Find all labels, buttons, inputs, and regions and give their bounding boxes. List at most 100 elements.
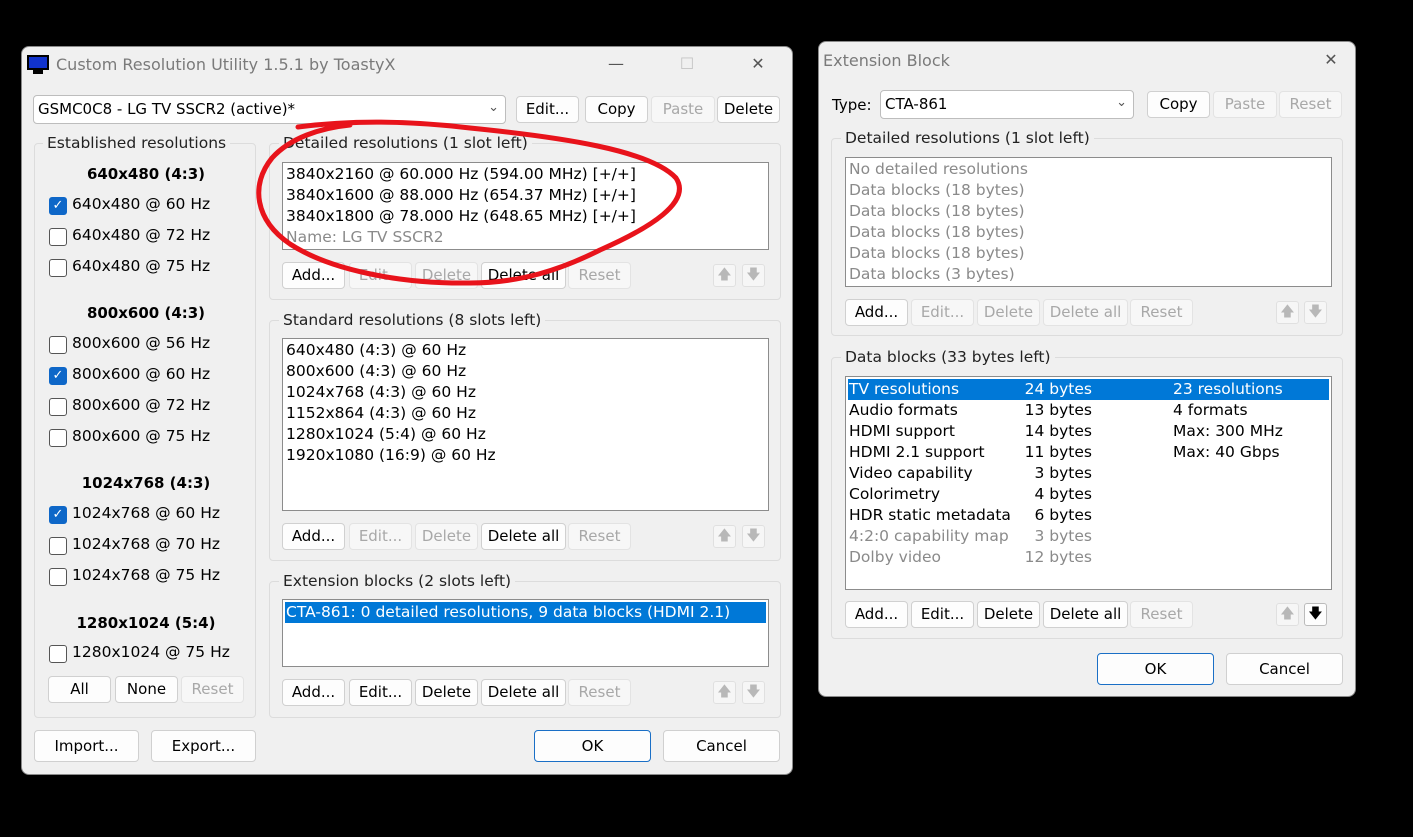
checkbox-1024x768-60[interactable]: ✓ — [49, 506, 67, 524]
delete-all-data-blocks-button[interactable]: Delete all — [1043, 601, 1128, 628]
data-block-row[interactable]: HDR static metadata 6 bytes — [848, 505, 1329, 526]
list-item[interactable]: 3840x1800 @ 78.000 Hz (648.65 MHz) [+/+] — [286, 206, 636, 227]
monitor-select[interactable]: GSMC0C8 - LG TV SSCR2 (active)* ⌄ — [33, 95, 506, 124]
delete-data-block-button[interactable]: Delete — [977, 601, 1040, 628]
list-item[interactable]: Data blocks (18 bytes) — [849, 222, 1025, 243]
list-item[interactable]: Data blocks (3 bytes) — [849, 264, 1015, 285]
list-item[interactable]: 1024x768 (4:3) @ 60 Hz — [286, 382, 476, 403]
add-data-block-button[interactable]: Add... — [845, 601, 908, 628]
move-up-icon[interactable]: 🡅 — [1276, 603, 1299, 626]
list-item[interactable]: 3840x1600 @ 88.000 Hz (654.37 MHz) [+/+] — [286, 185, 636, 206]
data-block-row[interactable]: Dolby video 12 bytes — [848, 547, 1329, 568]
close-button[interactable]: ✕ — [746, 53, 770, 75]
ext-copy-button[interactable]: Copy — [1147, 91, 1210, 118]
select-all-button[interactable]: All — [48, 676, 111, 703]
type-select[interactable]: CTA-861 ⌄ — [880, 90, 1134, 119]
move-up-icon[interactable]: 🡅 — [713, 525, 736, 548]
checkbox-640x480-75[interactable] — [49, 259, 67, 277]
ext-paste-button[interactable]: Paste — [1213, 91, 1277, 118]
checkbox-800x600-72[interactable] — [49, 398, 67, 416]
move-up-icon[interactable]: 🡅 — [713, 264, 736, 287]
data-block-row[interactable]: HDMI 2.1 support 11 bytes Max: 40 Gbps — [848, 442, 1329, 463]
extension-blocks-list[interactable]: CTA-861: 0 detailed resolutions, 9 data … — [282, 599, 769, 667]
reset-data-blocks-button[interactable]: Reset — [1130, 601, 1193, 628]
delete-all-extension-button[interactable]: Delete all — [481, 679, 566, 706]
checkbox-800x600-56[interactable] — [49, 336, 67, 354]
cancel-button[interactable]: Cancel — [663, 730, 780, 762]
ok-button[interactable]: OK — [534, 730, 651, 762]
ext-delete-detailed-button[interactable]: Delete — [977, 299, 1040, 326]
monitor-select-value: GSMC0C8 - LG TV SSCR2 (active)* — [38, 100, 296, 118]
list-item[interactable]: 640x480 (4:3) @ 60 Hz — [286, 340, 466, 361]
ext-add-detailed-button[interactable]: Add... — [845, 299, 908, 326]
ext-reset-detailed-button[interactable]: Reset — [1130, 299, 1193, 326]
add-extension-button[interactable]: Add... — [282, 679, 345, 706]
move-down-icon[interactable]: 🡇 — [742, 681, 765, 704]
reset-detailed-button[interactable]: Reset — [568, 262, 631, 289]
list-item[interactable]: Data blocks (18 bytes) — [849, 180, 1025, 201]
list-item[interactable]: 1280x1024 (5:4) @ 60 Hz — [286, 424, 486, 445]
checkbox-640x480-60[interactable]: ✓ — [49, 197, 67, 215]
list-item[interactable]: 1920x1080 (16:9) @ 60 Hz — [286, 445, 496, 466]
data-block-row-selected[interactable]: TV resolutions 24 bytes 23 resolutions — [848, 379, 1329, 400]
list-item-selected[interactable]: CTA-861: 0 detailed resolutions, 9 data … — [285, 602, 766, 623]
edit-data-block-button[interactable]: Edit... — [911, 601, 974, 628]
list-item[interactable]: 1152x864 (4:3) @ 60 Hz — [286, 403, 476, 424]
move-down-icon[interactable]: 🡇 — [742, 264, 765, 287]
paste-button[interactable]: Paste — [651, 96, 715, 123]
delete-detailed-button[interactable]: Delete — [415, 262, 478, 289]
edit-standard-button[interactable]: Edit... — [349, 523, 412, 550]
data-block-row[interactable]: HDMI support 14 bytes Max: 300 MHz — [848, 421, 1329, 442]
data-block-row[interactable]: 4:2:0 capability map 3 bytes — [848, 526, 1329, 547]
list-item[interactable]: Data blocks (18 bytes) — [849, 243, 1025, 264]
detailed-resolutions-list[interactable]: 3840x2160 @ 60.000 Hz (594.00 MHz) [+/+]… — [282, 162, 769, 250]
edit-extension-button[interactable]: Edit... — [349, 679, 412, 706]
standard-resolutions-list[interactable]: 640x480 (4:3) @ 60 Hz 800x600 (4:3) @ 60… — [282, 338, 769, 511]
close-button[interactable]: ✕ — [1319, 49, 1343, 71]
checkbox-1024x768-75[interactable] — [49, 568, 67, 586]
add-detailed-button[interactable]: Add... — [282, 262, 345, 289]
data-block-row[interactable]: Audio formats 13 bytes 4 formats — [848, 400, 1329, 421]
delete-extension-button[interactable]: Delete — [415, 679, 478, 706]
copy-button[interactable]: Copy — [585, 96, 648, 123]
ext-edit-detailed-button[interactable]: Edit... — [911, 299, 974, 326]
move-up-icon[interactable]: 🡅 — [713, 681, 736, 704]
list-item[interactable]: 3840x2160 @ 60.000 Hz (594.00 MHz) [+/+] — [286, 164, 636, 185]
reset-extension-button[interactable]: Reset — [568, 679, 631, 706]
list-item[interactable]: No detailed resolutions — [849, 159, 1028, 180]
checkbox-1024x768-70[interactable] — [49, 537, 67, 555]
checkbox-640x480-72[interactable] — [49, 228, 67, 246]
move-down-icon[interactable]: 🡇 — [742, 525, 765, 548]
edit-detailed-button[interactable]: Edit... — [349, 262, 412, 289]
move-down-icon[interactable]: 🡇 — [1304, 603, 1327, 626]
data-block-row[interactable]: Video capability 3 bytes — [848, 463, 1329, 484]
checkbox-800x600-60[interactable]: ✓ — [49, 367, 67, 385]
export-button[interactable]: Export... — [151, 730, 256, 762]
list-item[interactable]: 800x600 (4:3) @ 60 Hz — [286, 361, 466, 382]
move-down-icon[interactable]: 🡇 — [1304, 301, 1327, 324]
data-blocks-list[interactable]: TV resolutions 24 bytes 23 resolutions Audi… — [845, 376, 1332, 590]
delete-all-standard-button[interactable]: Delete all — [481, 523, 566, 550]
reset-established-button[interactable]: Reset — [181, 676, 244, 703]
ext-cancel-button[interactable]: Cancel — [1226, 653, 1343, 685]
edit-monitor-button[interactable]: Edit... — [516, 96, 579, 123]
import-button[interactable]: Import... — [34, 730, 139, 762]
reset-standard-button[interactable]: Reset — [568, 523, 631, 550]
add-standard-button[interactable]: Add... — [282, 523, 345, 550]
ext-ok-button[interactable]: OK — [1097, 653, 1214, 685]
delete-standard-button[interactable]: Delete — [415, 523, 478, 550]
ext-detailed-resolutions-list[interactable]: No detailed resolutions Data blocks (18 … — [845, 157, 1332, 287]
ext-reset-button[interactable]: Reset — [1279, 91, 1342, 118]
checkbox-1280x1024-75[interactable] — [49, 645, 67, 663]
delete-monitor-button[interactable]: Delete — [717, 96, 780, 123]
checkbox-800x600-75[interactable] — [49, 429, 67, 447]
minimize-button[interactable]: — — [604, 53, 628, 75]
delete-all-detailed-button[interactable]: Delete all — [481, 262, 566, 289]
ext-delete-all-detailed-button[interactable]: Delete all — [1043, 299, 1128, 326]
move-up-icon[interactable]: 🡅 — [1276, 301, 1299, 324]
maximize-button[interactable]: ☐ — [675, 53, 699, 75]
select-none-button[interactable]: None — [115, 676, 178, 703]
data-block-row[interactable]: Colorimetry 4 bytes — [848, 484, 1329, 505]
monitor-name-item[interactable]: Name: LG TV SSCR2 — [286, 227, 444, 248]
list-item[interactable]: Data blocks (18 bytes) — [849, 201, 1025, 222]
